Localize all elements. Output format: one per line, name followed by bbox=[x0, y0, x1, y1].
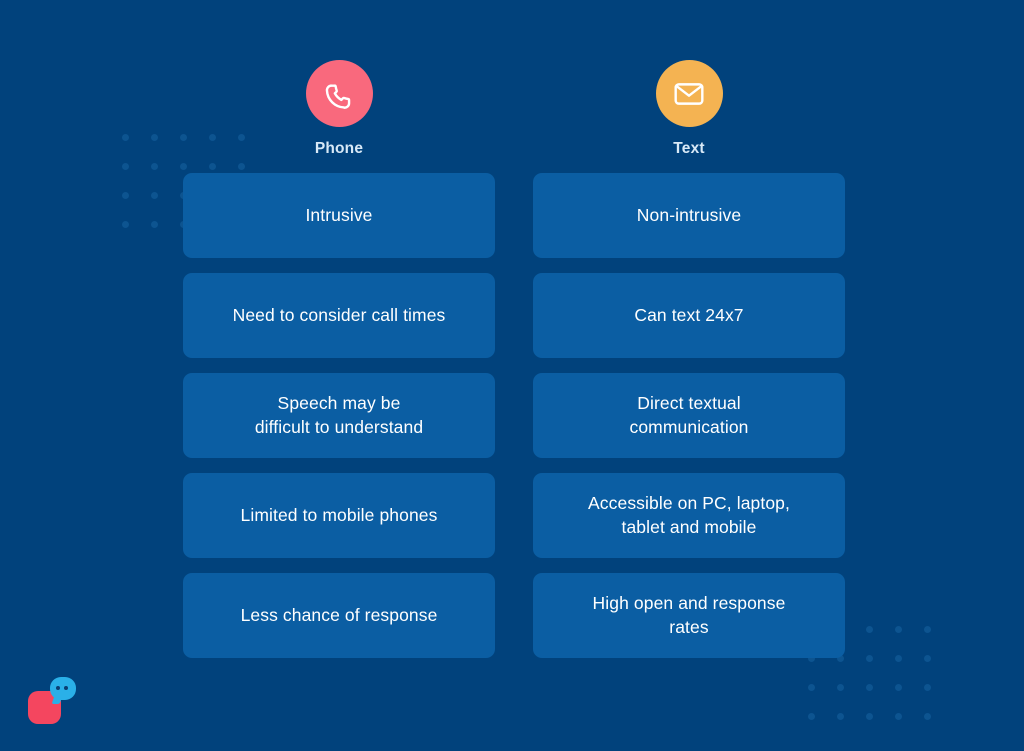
decorative-dot bbox=[895, 655, 902, 662]
decorative-dot bbox=[866, 713, 873, 720]
decorative-dot bbox=[924, 655, 931, 662]
column-text-header: Text bbox=[533, 60, 845, 158]
column-phone-header: Phone bbox=[183, 60, 495, 158]
card-text-2[interactable]: Can text 24x7 bbox=[533, 273, 845, 358]
decorative-dot bbox=[837, 713, 844, 720]
column-phone-label: Phone bbox=[314, 140, 364, 157]
card-text-3[interactable]: Direct textual communication bbox=[533, 373, 845, 458]
decorative-dot bbox=[866, 684, 873, 691]
decorative-dot bbox=[151, 221, 158, 228]
decorative-dot bbox=[808, 713, 815, 720]
decorative-dot bbox=[837, 684, 844, 691]
card-text-4-text: Accessible on PC, laptop, tablet and mob… bbox=[588, 493, 790, 537]
decorative-dot bbox=[151, 134, 158, 141]
column-phone-cards: Intrusive Need to consider call times Sp… bbox=[183, 173, 495, 658]
decorative-dot bbox=[924, 684, 931, 691]
card-phone-4[interactable]: Limited to mobile phones bbox=[183, 473, 495, 558]
decorative-dot bbox=[924, 626, 931, 633]
card-phone-3-text: Speech may be difficult to understand bbox=[254, 393, 424, 437]
card-text-4[interactable]: Accessible on PC, laptop, tablet and mob… bbox=[533, 473, 845, 558]
column-text: Text Non-intrusive Can text 24x7 Direct … bbox=[533, 60, 845, 658]
column-text-label: Text bbox=[673, 140, 705, 157]
decorative-dot bbox=[151, 192, 158, 199]
decorative-dot bbox=[866, 626, 873, 633]
decorative-dot bbox=[122, 221, 129, 228]
card-phone-1-text: Intrusive bbox=[305, 204, 373, 225]
card-text-5[interactable]: High open and response rates bbox=[533, 573, 845, 658]
column-text-cards: Non-intrusive Can text 24x7 Direct textu… bbox=[533, 173, 845, 658]
card-phone-5-text: Less chance of response bbox=[240, 604, 438, 625]
decorative-dot bbox=[122, 163, 129, 170]
decorative-dot bbox=[924, 713, 931, 720]
column-phone: Phone Intrusive Need to consider call ti… bbox=[183, 60, 495, 658]
logo-bubble-dots bbox=[56, 686, 68, 690]
decorative-dot bbox=[895, 684, 902, 691]
phone-handset-icon bbox=[305, 60, 373, 127]
decorative-dot bbox=[866, 655, 873, 662]
envelope-icon bbox=[655, 60, 723, 127]
decorative-dot bbox=[122, 134, 129, 141]
card-text-1[interactable]: Non-intrusive bbox=[533, 173, 845, 258]
decorative-dot bbox=[895, 713, 902, 720]
card-text-5-text: High open and response rates bbox=[592, 593, 786, 637]
chat-bubble-logo bbox=[28, 677, 90, 729]
decorative-dot bbox=[151, 163, 158, 170]
card-phone-5[interactable]: Less chance of response bbox=[183, 573, 495, 658]
card-phone-3[interactable]: Speech may be difficult to understand bbox=[183, 373, 495, 458]
decorative-dot bbox=[895, 626, 902, 633]
card-phone-2[interactable]: Need to consider call times bbox=[183, 273, 495, 358]
decorative-dot bbox=[122, 192, 129, 199]
card-phone-4-text: Limited to mobile phones bbox=[240, 504, 438, 525]
card-text-1-text: Non-intrusive bbox=[636, 204, 742, 225]
card-phone-1[interactable]: Intrusive bbox=[183, 173, 495, 258]
card-phone-2-text: Need to consider call times bbox=[232, 304, 446, 325]
card-text-3-text: Direct textual communication bbox=[629, 393, 749, 437]
comparison-board: Phone Intrusive Need to consider call ti… bbox=[0, 0, 1024, 751]
decorative-dot bbox=[808, 684, 815, 691]
logo-bubble-shape bbox=[50, 677, 76, 700]
card-text-2-text: Can text 24x7 bbox=[634, 304, 744, 325]
